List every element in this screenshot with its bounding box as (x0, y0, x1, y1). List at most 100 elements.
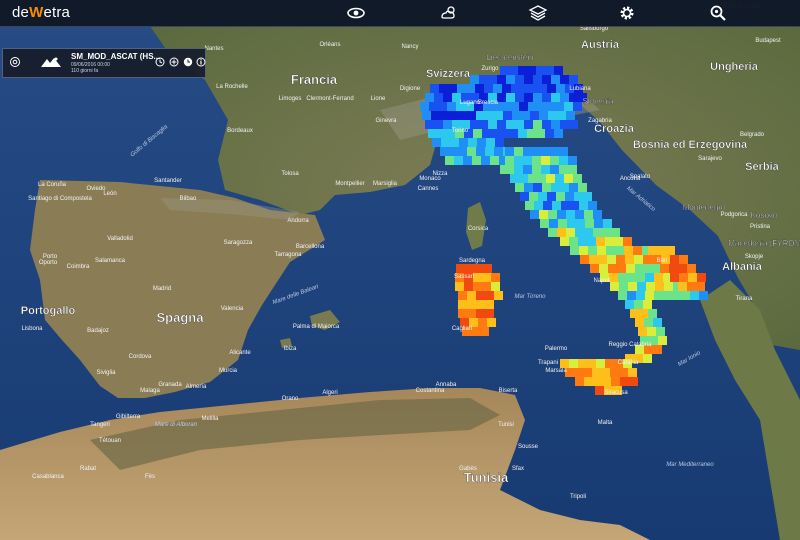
soil-moisture-cell (458, 300, 467, 309)
city-label: Sarajevo (698, 156, 722, 162)
soil-moisture-cell (505, 165, 514, 174)
soil-moisture-cell (458, 111, 467, 120)
soil-moisture-cell (467, 111, 476, 120)
soil-moisture-cell (470, 75, 479, 84)
search-map-icon[interactable] (708, 4, 728, 22)
soil-moisture-cell (547, 84, 556, 93)
city-label: Granada (158, 382, 182, 388)
soil-moisture-cell (619, 282, 628, 291)
city-label: Reggio Calabria (608, 342, 652, 348)
gear-icon[interactable] (617, 4, 637, 22)
soil-moisture-cell (576, 219, 585, 228)
soil-moisture-cell (514, 156, 523, 165)
soil-moisture-cell (458, 291, 467, 300)
soil-moisture-cell (636, 273, 645, 282)
layers-icon[interactable] (528, 4, 548, 22)
soil-moisture-cell (524, 75, 533, 84)
add-icon[interactable] (169, 57, 179, 67)
soil-moisture-cell (473, 129, 482, 138)
city-label: Tolosa (281, 171, 299, 177)
soil-moisture-cell (647, 327, 656, 336)
soil-moisture-cell (443, 120, 452, 129)
soil-moisture-cell (464, 282, 473, 291)
city-label: Nizza (432, 171, 448, 177)
weather-icon[interactable] (438, 4, 458, 22)
soil-moisture-cell (468, 138, 477, 147)
city-label: León (103, 191, 116, 197)
soil-moisture-cell (681, 291, 690, 300)
soil-moisture-cell (425, 120, 434, 129)
soil-moisture-cell (540, 219, 549, 228)
city-label: Skopje (745, 254, 764, 260)
soil-moisture-cell (494, 147, 503, 156)
soil-moisture-cell (456, 264, 465, 273)
soil-moisture-cell (485, 309, 494, 318)
soil-moisture-cell (608, 264, 617, 273)
city-label: Montpellier (335, 181, 364, 187)
soil-moisture-cell (690, 291, 699, 300)
soil-moisture-cell (554, 129, 563, 138)
city-label: Gabès (459, 466, 477, 472)
soil-moisture-cell (589, 255, 598, 264)
soil-moisture-cell (488, 75, 497, 84)
soil-moisture-cell (545, 66, 554, 75)
soil-moisture-cell (539, 111, 548, 120)
city-label: Orléans (319, 42, 340, 48)
city-label: Limoges (279, 96, 302, 102)
soil-moisture-cell (515, 183, 524, 192)
soil-moisture-cell (610, 368, 619, 377)
soil-moisture-cell (431, 111, 440, 120)
soil-moisture-cell (560, 237, 569, 246)
soil-moisture-cell (569, 359, 578, 368)
soil-moisture-cell (625, 255, 634, 264)
soil-moisture-cell (561, 201, 570, 210)
soil-moisture-cell (476, 291, 485, 300)
country-label: Liechtenstein (486, 53, 533, 62)
soil-moisture-cell (558, 219, 567, 228)
time-icon[interactable] (183, 57, 193, 67)
soil-moisture-cell (569, 75, 578, 84)
soil-moisture-cell (566, 111, 575, 120)
city-label: Casablanca (32, 474, 64, 480)
soil-moisture-cell (639, 309, 648, 318)
city-label: Ginevra (375, 118, 397, 124)
soil-moisture-cell (528, 102, 537, 111)
soil-moisture-cell (670, 255, 679, 264)
soil-moisture-cell (509, 129, 518, 138)
target-icon[interactable] (9, 56, 21, 68)
soil-moisture-cell (506, 75, 515, 84)
water-label: Mar Mediterraneo (666, 462, 714, 468)
soil-moisture-cell (551, 183, 560, 192)
soil-moisture-cell (697, 273, 706, 282)
soil-moisture-cell (515, 93, 524, 102)
soil-moisture-cell (463, 156, 472, 165)
soil-moisture-cell (476, 300, 485, 309)
soil-moisture-cell (428, 129, 437, 138)
satellite-map[interactable]: Francia Spagna Portogallo Svizzera Austria Sl… (0, 0, 800, 540)
soil-moisture-cell (644, 318, 653, 327)
soil-moisture-cell (494, 291, 503, 300)
soil-moisture-cell (458, 309, 467, 318)
soil-moisture-cell (482, 129, 491, 138)
soil-moisture-cell (524, 183, 533, 192)
soil-moisture-cell (533, 183, 542, 192)
city-label: Valladolid (107, 236, 133, 242)
soil-moisture-cell (560, 93, 569, 102)
country-label: Serbia (745, 161, 780, 173)
soil-moisture-cell (624, 246, 633, 255)
water-label: Mare di Alboran (155, 422, 198, 428)
eye-icon[interactable] (346, 4, 366, 22)
soil-moisture-cell (548, 210, 557, 219)
soil-moisture-cell (583, 368, 592, 377)
city-label: Clermont-Ferrand (306, 96, 353, 102)
soil-moisture-cell (580, 255, 589, 264)
soil-moisture-cell (570, 201, 579, 210)
city-label: Tétouan (99, 438, 121, 444)
clock-icon[interactable] (155, 57, 165, 67)
soil-moisture-cell (646, 282, 655, 291)
soil-moisture-cell (467, 309, 476, 318)
soil-moisture-cell (627, 291, 636, 300)
soil-moisture-cell (687, 282, 696, 291)
info-icon[interactable] (196, 57, 206, 67)
soil-moisture-cell (545, 129, 554, 138)
